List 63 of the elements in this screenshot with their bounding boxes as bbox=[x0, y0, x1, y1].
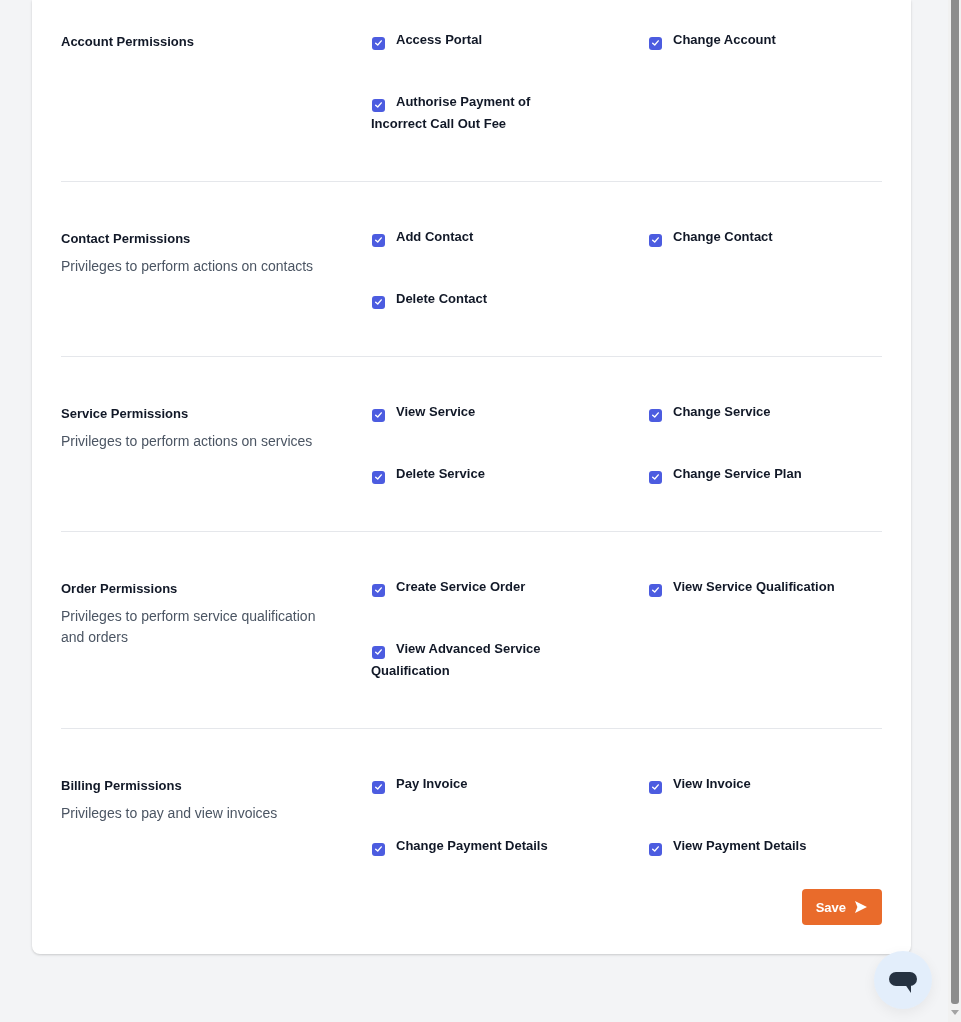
checkbox[interactable] bbox=[649, 470, 662, 484]
check-icon bbox=[652, 412, 659, 418]
section-description: Privileges to perform actions on services bbox=[61, 432, 314, 451]
permission-option[interactable]: Change Account bbox=[648, 29, 776, 51]
permission-option[interactable]: Access Portal bbox=[371, 29, 482, 51]
checkbox[interactable] bbox=[372, 780, 385, 794]
checkbox[interactable] bbox=[372, 470, 385, 484]
section-title: Billing Permissions bbox=[61, 777, 183, 795]
scrollbar-thumb[interactable] bbox=[950, 0, 959, 1004]
check-icon bbox=[652, 40, 659, 46]
check-icon bbox=[652, 237, 659, 243]
permission-option[interactable]: View Advanced Service Qualification bbox=[371, 638, 586, 682]
section-title: Contact Permissions bbox=[61, 230, 192, 248]
permission-option[interactable]: View Invoice bbox=[648, 773, 751, 795]
check-icon bbox=[375, 412, 382, 418]
check-icon bbox=[375, 40, 382, 46]
checkbox[interactable] bbox=[372, 233, 385, 247]
permission-option[interactable]: Add Contact bbox=[371, 226, 474, 248]
check-icon bbox=[375, 649, 382, 655]
check-icon bbox=[375, 846, 382, 852]
permission-option[interactable]: Change Contact bbox=[648, 226, 773, 248]
check-icon bbox=[375, 237, 382, 243]
section-description: Privileges to perform actions on contacts bbox=[61, 257, 315, 276]
check-icon bbox=[652, 587, 659, 593]
permission-option[interactable]: Change Service bbox=[648, 401, 771, 423]
check-icon bbox=[375, 474, 382, 480]
section-title: Account Permissions bbox=[61, 33, 195, 51]
checkbox[interactable] bbox=[372, 36, 385, 50]
permission-option[interactable]: Create Service Order bbox=[371, 576, 526, 598]
permission-option[interactable]: Change Payment Details bbox=[371, 835, 548, 857]
checkbox[interactable] bbox=[372, 842, 385, 856]
checkbox[interactable] bbox=[372, 408, 385, 422]
permission-option[interactable]: Delete Service bbox=[371, 463, 485, 485]
checkbox[interactable] bbox=[649, 583, 662, 597]
send-icon bbox=[855, 901, 867, 913]
checkbox[interactable] bbox=[649, 842, 662, 856]
chat-bubble-icon bbox=[889, 971, 917, 993]
section-description: Privileges to perform service qualification and orders bbox=[61, 607, 317, 647]
check-icon bbox=[652, 846, 659, 852]
check-icon bbox=[375, 102, 382, 108]
checkbox[interactable] bbox=[372, 295, 385, 309]
checkbox[interactable] bbox=[649, 233, 662, 247]
permission-option[interactable]: Authorise Payment of Incorrect Call Out Fee bbox=[371, 91, 586, 135]
permission-option[interactable]: Pay Invoice bbox=[371, 773, 468, 795]
permission-option[interactable]: View Payment Details bbox=[648, 835, 807, 857]
check-icon bbox=[375, 299, 382, 305]
permission-option[interactable]: Change Service Plan bbox=[648, 463, 802, 485]
checkbox[interactable] bbox=[649, 408, 662, 422]
permission-option[interactable]: View Service Qualification bbox=[648, 576, 835, 598]
section-title: Order Permissions bbox=[61, 580, 179, 598]
check-icon bbox=[375, 784, 382, 790]
checkbox[interactable] bbox=[649, 36, 662, 50]
checkbox[interactable] bbox=[649, 780, 662, 794]
check-icon bbox=[652, 784, 659, 790]
checkbox[interactable] bbox=[372, 98, 385, 112]
permission-option[interactable]: Delete Contact bbox=[371, 288, 488, 310]
permission-option[interactable]: View Service bbox=[371, 401, 476, 423]
section-description: Privileges to pay and view invoices bbox=[61, 804, 279, 823]
check-icon bbox=[375, 587, 382, 593]
checkbox[interactable] bbox=[372, 645, 385, 659]
check-icon bbox=[652, 474, 659, 480]
section-title: Service Permissions bbox=[61, 405, 190, 423]
checkbox[interactable] bbox=[372, 583, 385, 597]
